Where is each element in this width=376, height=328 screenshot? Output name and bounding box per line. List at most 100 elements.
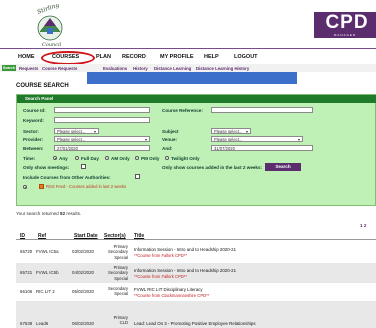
time-twilight-only-label: Twilight Only — [171, 156, 200, 161]
provider-label: Provider: — [23, 137, 44, 142]
col-header-ref[interactable]: Ref — [38, 233, 46, 239]
col-header-sectors[interactable]: Sector(s) — [104, 233, 126, 239]
course-ref-input[interactable] — [211, 107, 313, 113]
results-summary: Your search returned 82 results. — [16, 211, 81, 216]
time-pm-only-radio[interactable] — [135, 156, 139, 160]
course-id-label: Course Id: — [23, 108, 46, 113]
search-button[interactable]: Search — [265, 163, 301, 171]
subnav-course-requests[interactable]: Course Requests — [42, 66, 77, 71]
include-other-authorities-label: Include Courses from Other Authorities: — [23, 175, 111, 180]
row-ref: RIC LIT 2 — [36, 289, 55, 294]
table-row[interactable]: 66106 RIC LIT 2 05/02/2020 Secondary Spe… — [16, 284, 376, 300]
search-panel: Search Panel Course Id: Course Reference… — [16, 94, 376, 206]
sector-label: Sector: — [23, 129, 39, 134]
council-logo[interactable]: Stirling Council — [28, 4, 72, 48]
pagination[interactable]: 1 2 — [360, 223, 366, 228]
chevron-down-icon: ▾ — [144, 137, 147, 142]
row-id: 65720 — [20, 249, 33, 254]
sub-nav: Requests Course Requests Evaluations His… — [0, 64, 376, 72]
time-pm-only-label: PM Only — [141, 156, 160, 161]
keyword-input[interactable] — [54, 117, 150, 123]
subnav-distance-learning-history[interactable]: Distance Learning History — [196, 66, 249, 71]
nav-my-profile[interactable]: MY PROFILE — [160, 54, 194, 60]
subject-select-value: Please select... — [214, 129, 243, 134]
sector-select[interactable]: Please select... ▾ — [54, 128, 99, 134]
rss-radio[interactable] — [23, 185, 27, 189]
chevron-down-icon: ▾ — [297, 137, 300, 142]
and-date-input[interactable]: 31/07/2020 — [211, 145, 313, 151]
row-title-link[interactable]: Information Session - Intro and to Heads… — [134, 247, 236, 252]
between-date-input[interactable]: 27/01/2020 — [54, 145, 150, 151]
venue-select[interactable]: Please select... ▾ — [211, 136, 303, 142]
row-ref: Lead6 — [36, 321, 49, 326]
table-row[interactable]: 65720 FVWL IC5a 03/02/2020 Primary Secon… — [16, 242, 376, 262]
row-source: **Course from Falkirk CPD** — [134, 274, 188, 279]
time-any-radio[interactable] — [53, 156, 57, 160]
time-full-day-radio[interactable] — [75, 156, 79, 160]
keyword-label: Keyword: — [23, 118, 44, 123]
row-sectors: Primary CLD — [102, 315, 128, 326]
nav-logout[interactable]: LOGOUT — [234, 54, 258, 60]
course-id-input[interactable] — [54, 107, 150, 113]
col-header-title[interactable]: Title — [134, 233, 144, 239]
provider-select[interactable]: Please select... ▾ — [54, 136, 150, 142]
subject-label: Subject — [162, 129, 179, 134]
sector-select-value: Please select... — [57, 129, 86, 134]
nav-home[interactable]: HOME — [18, 54, 35, 60]
search-panel-title: Search Panel — [17, 95, 376, 103]
row-source: **Course from Falkirk CPD** — [134, 253, 188, 258]
row-id: 66106 — [20, 289, 33, 294]
col-header-start-date[interactable]: Start Date — [74, 233, 98, 239]
chevron-down-icon: ▾ — [245, 129, 248, 134]
time-full-day-label: Full Day — [81, 156, 99, 161]
table-row[interactable]: 65721 FVWL IC5b 04/02/2020 Primary Secon… — [16, 263, 376, 283]
time-am-only-label: AM Only — [111, 156, 130, 161]
row-ref: FVWL IC5a — [36, 249, 59, 254]
venue-select-value: Please select... — [214, 137, 243, 142]
time-twilight-only-radio[interactable] — [165, 156, 169, 160]
row-title-link[interactable]: Lead: Lead On 3 - Promoting Positive Emp… — [134, 321, 256, 326]
venue-label: Venue: — [162, 137, 178, 142]
include-other-authorities-checkbox[interactable] — [135, 174, 140, 179]
row-id: 65721 — [20, 270, 33, 275]
only-recent-label: Only show courses added in the last 2 we… — [162, 165, 263, 170]
time-any-label: Any — [59, 156, 68, 161]
header-divider — [0, 48, 376, 49]
row-id: 67639 — [20, 321, 33, 326]
row-sector: Special — [114, 291, 128, 297]
time-am-only-radio[interactable] — [105, 156, 109, 160]
row-source: **Course from Clackmannanshire CPD** — [134, 293, 210, 298]
search-badge[interactable]: Search — [2, 65, 16, 71]
table-row[interactable]: 67639 Lead6 06/02/2020 Primary CLD Lead:… — [16, 301, 376, 328]
row-title-link[interactable]: FVWL RIC LIT Disciplinary Literacy — [134, 287, 203, 292]
only-meetings-label: Only show meetings: — [23, 165, 70, 170]
subnav-history[interactable]: History — [133, 66, 148, 71]
col-header-id[interactable]: ID — [20, 233, 25, 239]
subnav-evaluations[interactable]: Evaluations — [103, 66, 127, 71]
subject-select[interactable]: Please select... ▾ — [211, 128, 251, 134]
courses-highlight-ring — [41, 51, 95, 65]
page-title: COURSE SEARCH — [16, 83, 69, 89]
nav-help[interactable]: HELP — [204, 54, 219, 60]
row-date: 04/02/2020 — [72, 270, 94, 275]
and-label: And: — [162, 146, 173, 151]
header: Stirling Council CPD MANAGER — [0, 0, 376, 54]
nav-plan[interactable]: PLAN — [96, 54, 111, 60]
page: Stirling Council CPD MANAGER HOME COURSE… — [0, 0, 376, 328]
brand-title: CPD — [325, 12, 369, 33]
provider-select-value: Please select... — [57, 137, 86, 142]
rss-feed-link[interactable]: RSS Feed - Courses added in last 2 weeks — [46, 184, 126, 189]
time-label: Time: — [23, 156, 36, 161]
row-title-link[interactable]: Information Session - Intro and to Heads… — [134, 268, 236, 273]
row-date: 05/02/2020 — [72, 289, 94, 294]
nav-record[interactable]: RECORD — [122, 54, 146, 60]
redaction-bar — [87, 72, 297, 84]
row-date: 06/02/2020 — [72, 321, 94, 326]
rss-icon[interactable] — [39, 184, 44, 189]
results-table-header: ID Ref Start Date Sector(s) Title — [16, 232, 376, 240]
row-sector: CLD — [119, 320, 128, 326]
row-sectors: Primary Secondary Special — [102, 244, 128, 260]
subnav-distance-learning[interactable]: Distance Learning — [154, 66, 191, 71]
only-meetings-checkbox[interactable] — [81, 164, 86, 169]
subnav-requests[interactable]: Requests — [19, 66, 38, 71]
